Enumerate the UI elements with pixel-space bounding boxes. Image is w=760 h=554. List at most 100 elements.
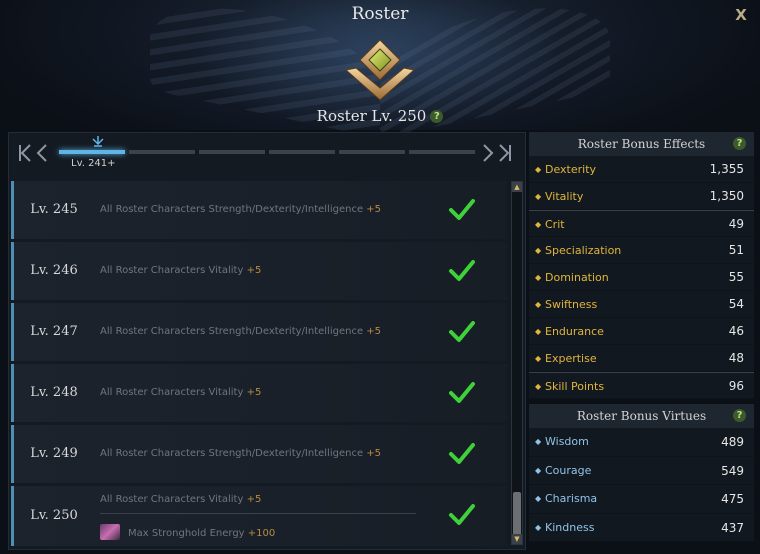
bonus-stat-domination: ◆ Domination 55 [529,264,754,291]
scroll-thumb[interactable] [513,492,521,536]
bonus-effects-help-icon[interactable]: ? [733,137,746,150]
level-segment-4[interactable] [269,150,335,154]
stat-value: 48 [728,351,744,365]
roster-emblem-icon [344,39,416,101]
row-description: All Roster Characters Vitality +5 [100,387,261,398]
virtue-stat-kindness: ◆ Kindness 437 [529,514,754,542]
bonus-stat-crit: ◆ Crit 49 [529,210,754,237]
stat-name: Crit [545,218,565,231]
bullet-icon: ◆ [535,273,542,282]
virtue-stat-wisdom: ◆ Wisdom 489 [529,428,754,457]
scroll-down-icon[interactable]: ▼ [512,534,522,544]
row-extra-bonus: +100 [247,528,276,539]
check-icon [449,504,475,525]
row-level: Lv. 248 [30,385,78,400]
stat-value: 437 [721,520,744,535]
check-icon [449,382,475,403]
row-level: Lv. 247 [30,324,78,339]
stat-value: 51 [728,243,744,257]
stat-value: 55 [728,270,744,284]
level-range-nav: Lv. 241+ [9,133,525,177]
reward-list-scrollbar[interactable]: ▲ ▼ [511,181,523,545]
row-bonus: +5 [246,387,262,398]
stat-name: Endurance [545,325,604,338]
row-description-text: All Roster Characters Vitality [100,494,244,505]
roster-bonus-panel: Roster Bonus Effects ? ◆ Dexterity 1,355 ◆… [529,132,754,552]
row-description: All Roster Characters Strength/Dexterity… [100,326,381,337]
row-description: All Roster Characters Strength/Dexterity… [100,448,381,459]
prev-page-icon[interactable] [35,141,49,165]
scroll-up-icon[interactable]: ▲ [512,182,522,192]
bullet-icon: ◆ [535,465,542,475]
close-icon[interactable]: X [732,6,750,24]
row-extra-text: Max Stronghold Energy [128,528,245,539]
level-reward-row: Lv. 247 All Roster Characters Strength/D… [11,303,507,361]
row-level: Lv. 245 [30,202,78,217]
virtue-stat-charisma: ◆ Charisma 475 [529,485,754,514]
stat-name: Charisma [545,492,598,505]
roster-level-rewards-panel: Lv. 241+ Lv. 245 All Roster Characters S… [8,132,526,550]
bonus-stat-endurance: ◆ Endurance 46 [529,318,754,345]
check-icon [449,199,475,220]
level-segment-6[interactable] [409,150,475,154]
bonus-stat-vitality: ◆ Vitality 1,350 [529,183,754,210]
bonus-virtues-header: Roster Bonus Virtues ? [529,404,754,428]
stat-value: 46 [728,324,744,338]
row-description-text: All Roster Characters Strength/Dexterity… [100,448,364,459]
stat-name: Domination [545,271,609,284]
row-bonus: +5 [246,494,262,505]
bonus-virtues-help-icon[interactable]: ? [733,409,746,422]
bullet-icon: ◆ [535,246,542,255]
stat-name: Expertise [545,352,597,365]
bonus-stat-skill-points: ◆ Skill Points 96 [529,372,754,399]
row-bonus: +5 [366,326,382,337]
row-description-text: All Roster Characters Strength/Dexterity… [100,204,364,215]
virtue-stat-courage: ◆ Courage 549 [529,457,754,485]
bullet-icon: ◆ [535,494,542,503]
stat-name: Vitality [545,190,584,203]
stat-name: Dexterity [545,163,597,176]
level-segment-5[interactable] [339,150,405,154]
stronghold-energy-icon [100,524,120,540]
stat-value: 1,350 [709,189,744,203]
row-description: All Roster Characters Strength/Dexterity… [100,204,381,215]
current-segment-label: Lv. 241+ [71,158,116,169]
bonus-effects-list: ◆ Dexterity 1,355 ◆ Vitality 1,350 ◆ Crit 49 ◆… [529,156,754,399]
bullet-icon: ◆ [535,327,542,336]
bullet-icon: ◆ [535,300,542,309]
last-page-icon[interactable] [497,141,513,165]
row-divider [100,513,416,514]
bullet-icon: ◆ [535,354,542,363]
stat-value: 549 [721,463,744,478]
row-description-text: All Roster Characters Strength/Dexterity… [100,326,364,337]
roster-help-icon[interactable]: ? [430,110,444,123]
row-level: Lv. 246 [30,263,78,278]
row-level: Lv. 249 [30,446,78,461]
row-description: All Roster Characters Vitality +5 [100,494,261,505]
level-segment-3[interactable] [199,150,265,154]
bonus-stat-dexterity: ◆ Dexterity 1,355 [529,156,754,183]
bonus-effects-title: Roster Bonus Effects [577,137,706,151]
level-reward-row: Lv. 248 All Roster Characters Vitality +… [11,364,507,422]
level-reward-row: Lv. 245 All Roster Characters Strength/D… [11,181,507,239]
row-bonus: +5 [366,448,382,459]
next-page-icon[interactable] [481,141,495,165]
level-reward-row: Lv. 250 All Roster Characters Vitality +… [11,486,507,546]
stat-name: Skill Points [545,380,605,393]
first-page-icon[interactable] [17,141,33,165]
bonus-stat-swiftness: ◆ Swiftness 54 [529,291,754,318]
roster-level: Roster Lv. 250? [0,107,760,125]
level-segment-1[interactable] [59,150,125,154]
stat-value: 1,355 [709,162,744,176]
bullet-icon: ◆ [535,220,542,229]
row-description-text: All Roster Characters Vitality [100,387,244,398]
row-bonus: +5 [246,265,262,276]
level-segment-2[interactable] [129,150,195,154]
stat-name: Specialization [545,244,622,257]
stat-value: 54 [728,297,744,311]
current-segment-icon [92,136,104,147]
row-extra-description: Max Stronghold Energy +100 [100,524,275,540]
stat-value: 49 [728,217,744,231]
bonus-virtues-title: Roster Bonus Virtues [576,409,707,423]
bullet-icon: ◆ [535,522,542,532]
